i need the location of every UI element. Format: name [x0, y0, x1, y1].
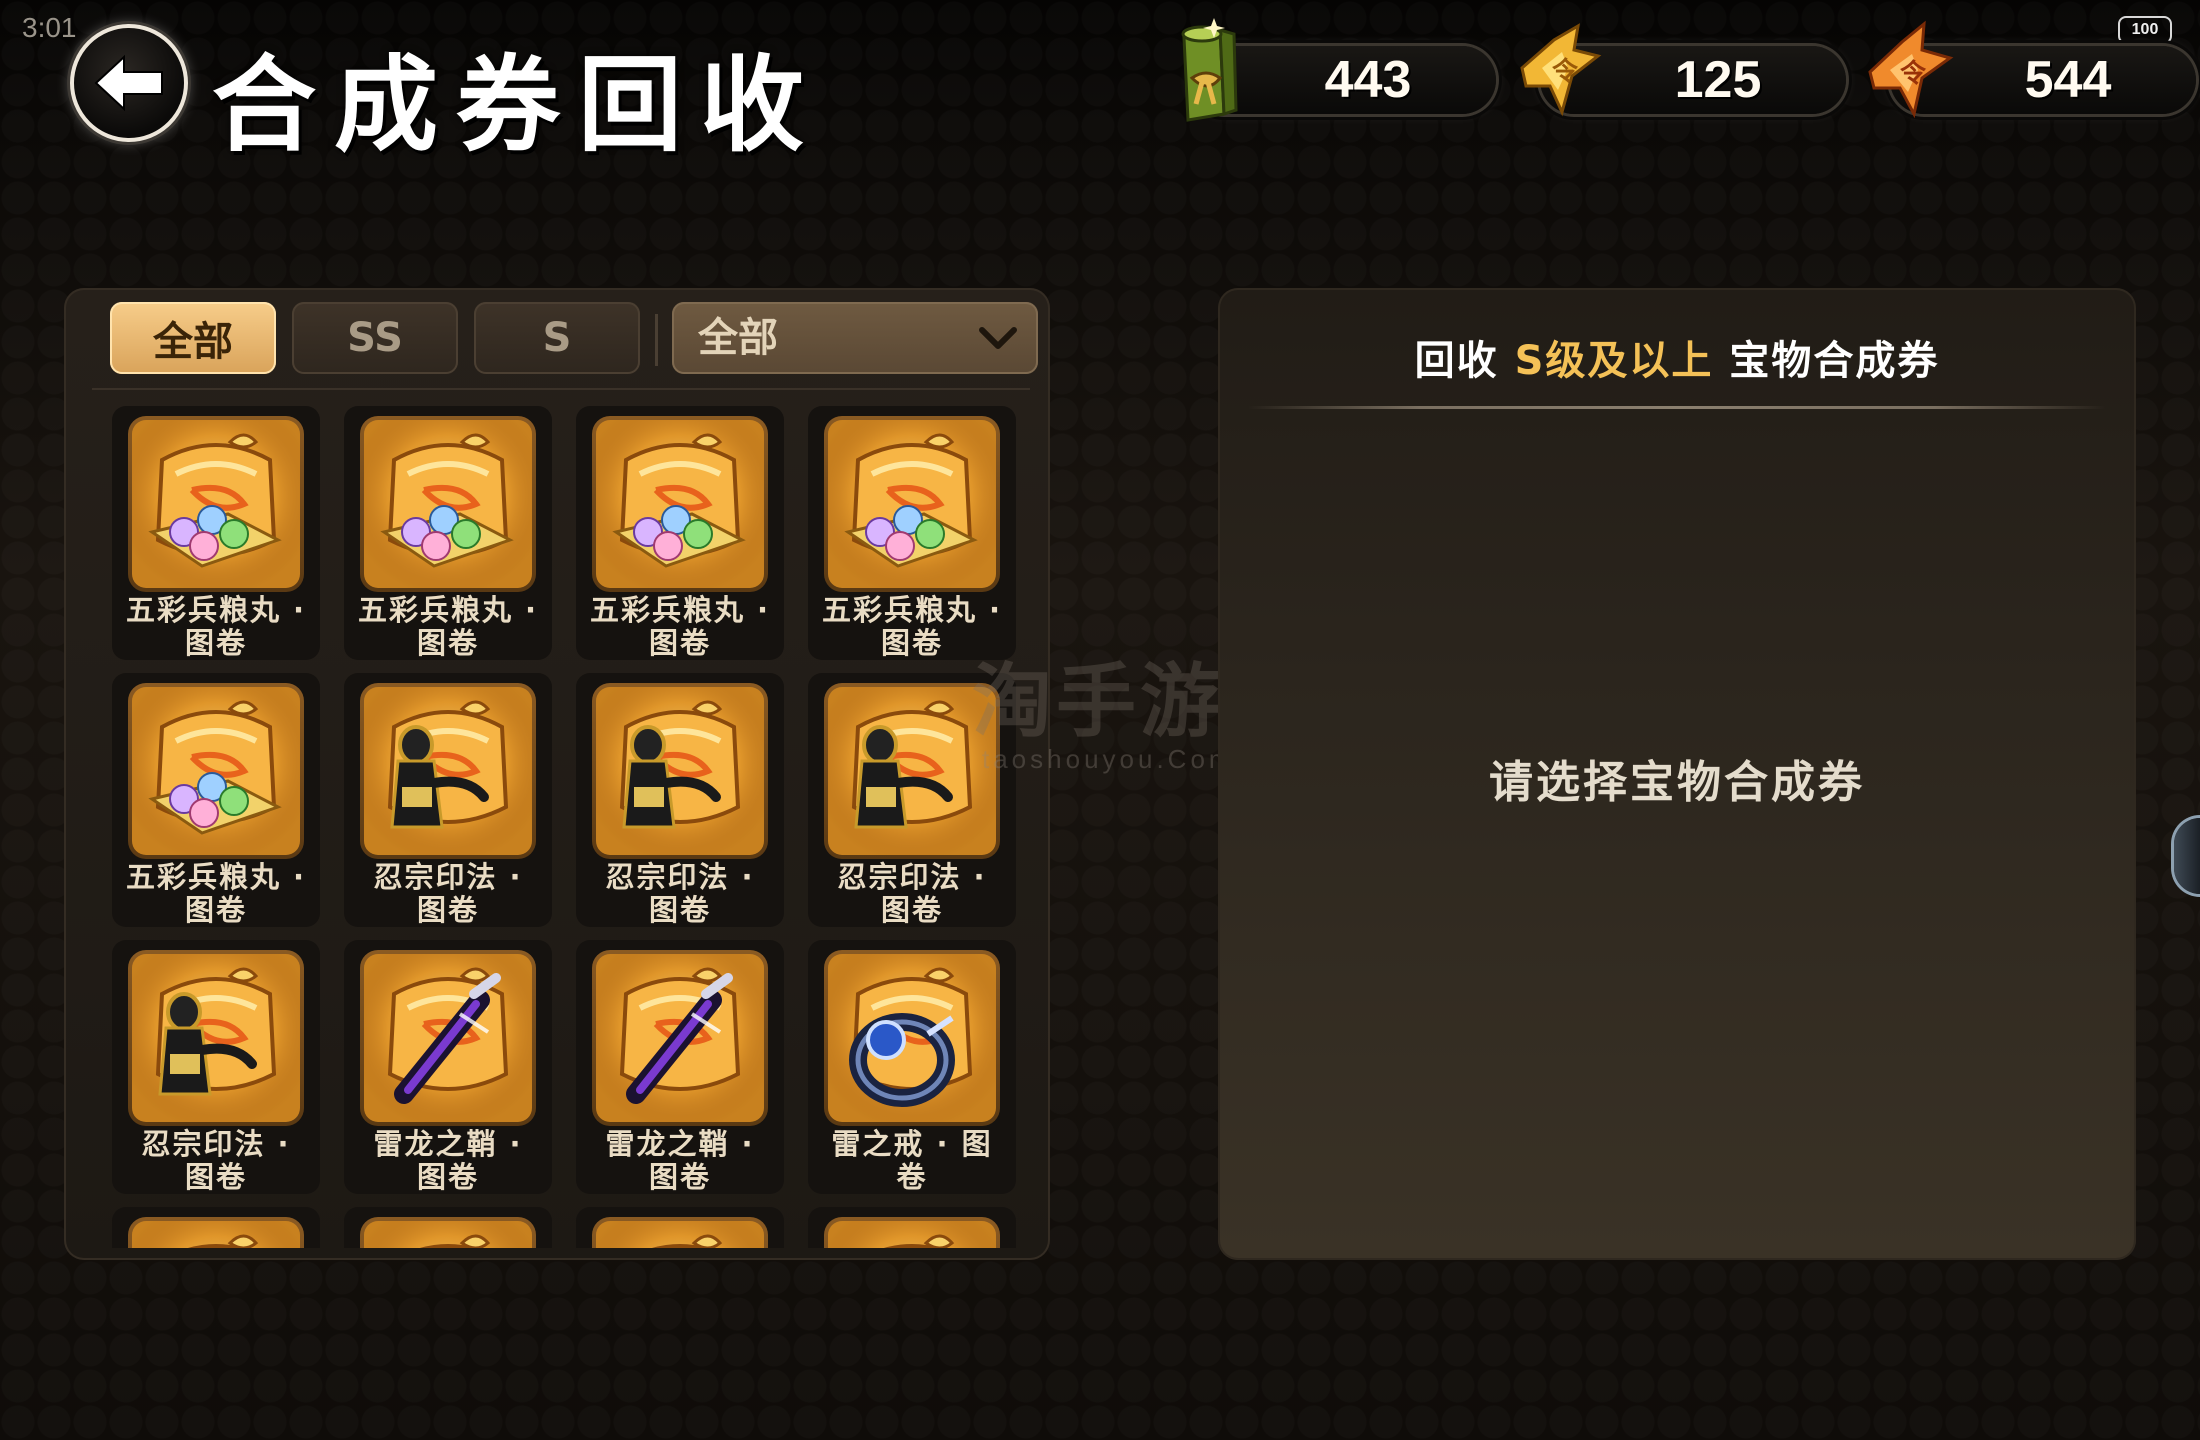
item-name: 忍宗印法 · 图卷: [837, 860, 987, 927]
recycle-header-suffix: 宝物合成券: [1729, 338, 1940, 384]
chevron-down-icon: [979, 327, 1017, 349]
item-thumbnail: [824, 1217, 1000, 1248]
ninja-figure-icon: [364, 687, 532, 855]
item-card[interactable]: [808, 1207, 1016, 1248]
item-card[interactable]: 雷之戒 · 图卷: [808, 940, 1016, 1194]
pills-icon: [132, 687, 300, 855]
item-thumbnail: [592, 683, 768, 859]
ninja-figure-icon: [828, 687, 996, 855]
item-card[interactable]: [576, 1207, 784, 1248]
item-card[interactable]: 忍宗印法 · 图卷: [344, 673, 552, 927]
status-time: 3:01: [22, 12, 77, 43]
item-thumbnail: [592, 416, 768, 592]
currency-bamboo: 443: [1181, 18, 1496, 122]
item-name: 雷龙之鞘 · 图卷: [605, 1127, 755, 1194]
item-card[interactable]: 雷龙之鞘 · 图卷: [576, 940, 784, 1194]
recycle-header-prefix: 回收: [1414, 338, 1499, 384]
sheath-icon: [364, 954, 532, 1122]
item-name: 忍宗印法 · 图卷: [141, 1127, 291, 1194]
item-card[interactable]: 五彩兵粮丸 · 图卷: [344, 406, 552, 660]
ring-icon: [828, 954, 996, 1122]
empty-hint: 请选择宝物合成券: [1489, 757, 1865, 808]
item-name: 五彩兵粮丸 · 图卷: [821, 593, 1003, 660]
pills-icon: [132, 420, 300, 588]
item-thumbnail: [592, 1217, 768, 1248]
sheath-icon: [596, 954, 764, 1122]
page-title: 合成券回收: [212, 43, 823, 166]
tab-divider: [655, 314, 658, 366]
item-name: 五彩兵粮丸 · 图卷: [357, 593, 539, 660]
item-thumbnail: [592, 950, 768, 1126]
recycle-header: 回收 S级及以上 宝物合成券: [1218, 328, 2136, 386]
battery-indicator: 100: [2118, 16, 2172, 44]
ninja-figure-icon: [132, 954, 300, 1122]
item-thumbnail: [360, 683, 536, 859]
item-thumbnail: [128, 683, 304, 859]
recycle-panel: 回收 S级及以上 宝物合成券 请选择宝物合成券: [1218, 288, 2136, 1260]
item-thumbnail: [128, 1217, 304, 1248]
side-float-button[interactable]: [2174, 818, 2200, 894]
currency-amount: 125: [1674, 51, 1762, 109]
scroll-icon: [596, 1221, 764, 1248]
item-name: 雷之戒 · 图卷: [831, 1127, 993, 1194]
item-thumbnail: [128, 950, 304, 1126]
tab-all[interactable]: 全部: [110, 302, 276, 374]
item-card[interactable]: 五彩兵粮丸 · 图卷: [576, 406, 784, 660]
item-thumbnail: [360, 950, 536, 1126]
ninja-figure-icon: [596, 687, 764, 855]
item-thumbnail: [824, 950, 1000, 1126]
item-card[interactable]: 忍宗印法 · 图卷: [112, 940, 320, 1194]
filter-bar: 全部 SS S 全部: [110, 302, 1040, 378]
pills-icon: [364, 420, 532, 588]
item-name: 忍宗印法 · 图卷: [373, 860, 523, 927]
item-name: 五彩兵粮丸 · 图卷: [589, 593, 771, 660]
item-thumbnail: [128, 416, 304, 592]
item-name: 五彩兵粮丸 · 图卷: [125, 593, 307, 660]
item-thumbnail: [824, 683, 1000, 859]
pills-icon: [596, 420, 764, 588]
item-thumbnail: [824, 416, 1000, 592]
item-grid: 五彩兵粮丸 · 图卷 五彩兵粮丸 · 图卷 五彩兵粮丸 · 图卷 五彩兵粮丸 · 图卷…: [112, 406, 1016, 1248]
recycle-header-grade: S级及以上: [1514, 338, 1714, 384]
pills-icon: [828, 420, 996, 588]
scroll-icon: [364, 1221, 532, 1248]
dropdown-value: 全部: [698, 315, 778, 361]
currency-amount: 443: [1324, 51, 1412, 109]
tab-ss[interactable]: SS: [292, 302, 458, 374]
svg-text:令: 令: [1552, 56, 1579, 87]
filter-divider: [92, 388, 1030, 390]
category-dropdown[interactable]: 全部: [672, 302, 1038, 374]
item-thumbnail: [360, 416, 536, 592]
item-name: 忍宗印法 · 图卷: [605, 860, 755, 927]
back-button[interactable]: [70, 24, 188, 142]
svg-text:令: 令: [1900, 58, 1927, 89]
arrow-left-icon: [94, 54, 163, 112]
currency-red-token: 令 544: [1868, 20, 2196, 119]
currency-amount: 544: [2024, 51, 2112, 109]
item-card[interactable]: 雷龙之鞘 · 图卷: [344, 940, 552, 1194]
item-card[interactable]: 忍宗印法 · 图卷: [808, 673, 1016, 927]
tab-s[interactable]: S: [474, 302, 640, 374]
item-card[interactable]: 五彩兵粮丸 · 图卷: [112, 406, 320, 660]
item-card[interactable]: 忍宗印法 · 图卷: [576, 673, 784, 927]
item-card[interactable]: [344, 1207, 552, 1248]
scroll-icon: [828, 1221, 996, 1248]
item-list-panel: 全部 SS S 全部 五彩兵粮丸 · 图卷 五彩兵粮丸 · 图卷 五彩兵粮丸 · 图…: [64, 288, 1050, 1260]
item-thumbnail: [360, 1217, 536, 1248]
item-card[interactable]: 五彩兵粮丸 · 图卷: [808, 406, 1016, 660]
item-name: 雷龙之鞘 · 图卷: [373, 1127, 523, 1194]
item-name: 五彩兵粮丸 · 图卷: [125, 860, 307, 927]
header-divider: [1248, 406, 2106, 409]
currency-gold-token: 令 125: [1520, 23, 1846, 117]
scroll-icon: [132, 1221, 300, 1248]
item-card[interactable]: [112, 1207, 320, 1248]
item-card[interactable]: 五彩兵粮丸 · 图卷: [112, 673, 320, 927]
